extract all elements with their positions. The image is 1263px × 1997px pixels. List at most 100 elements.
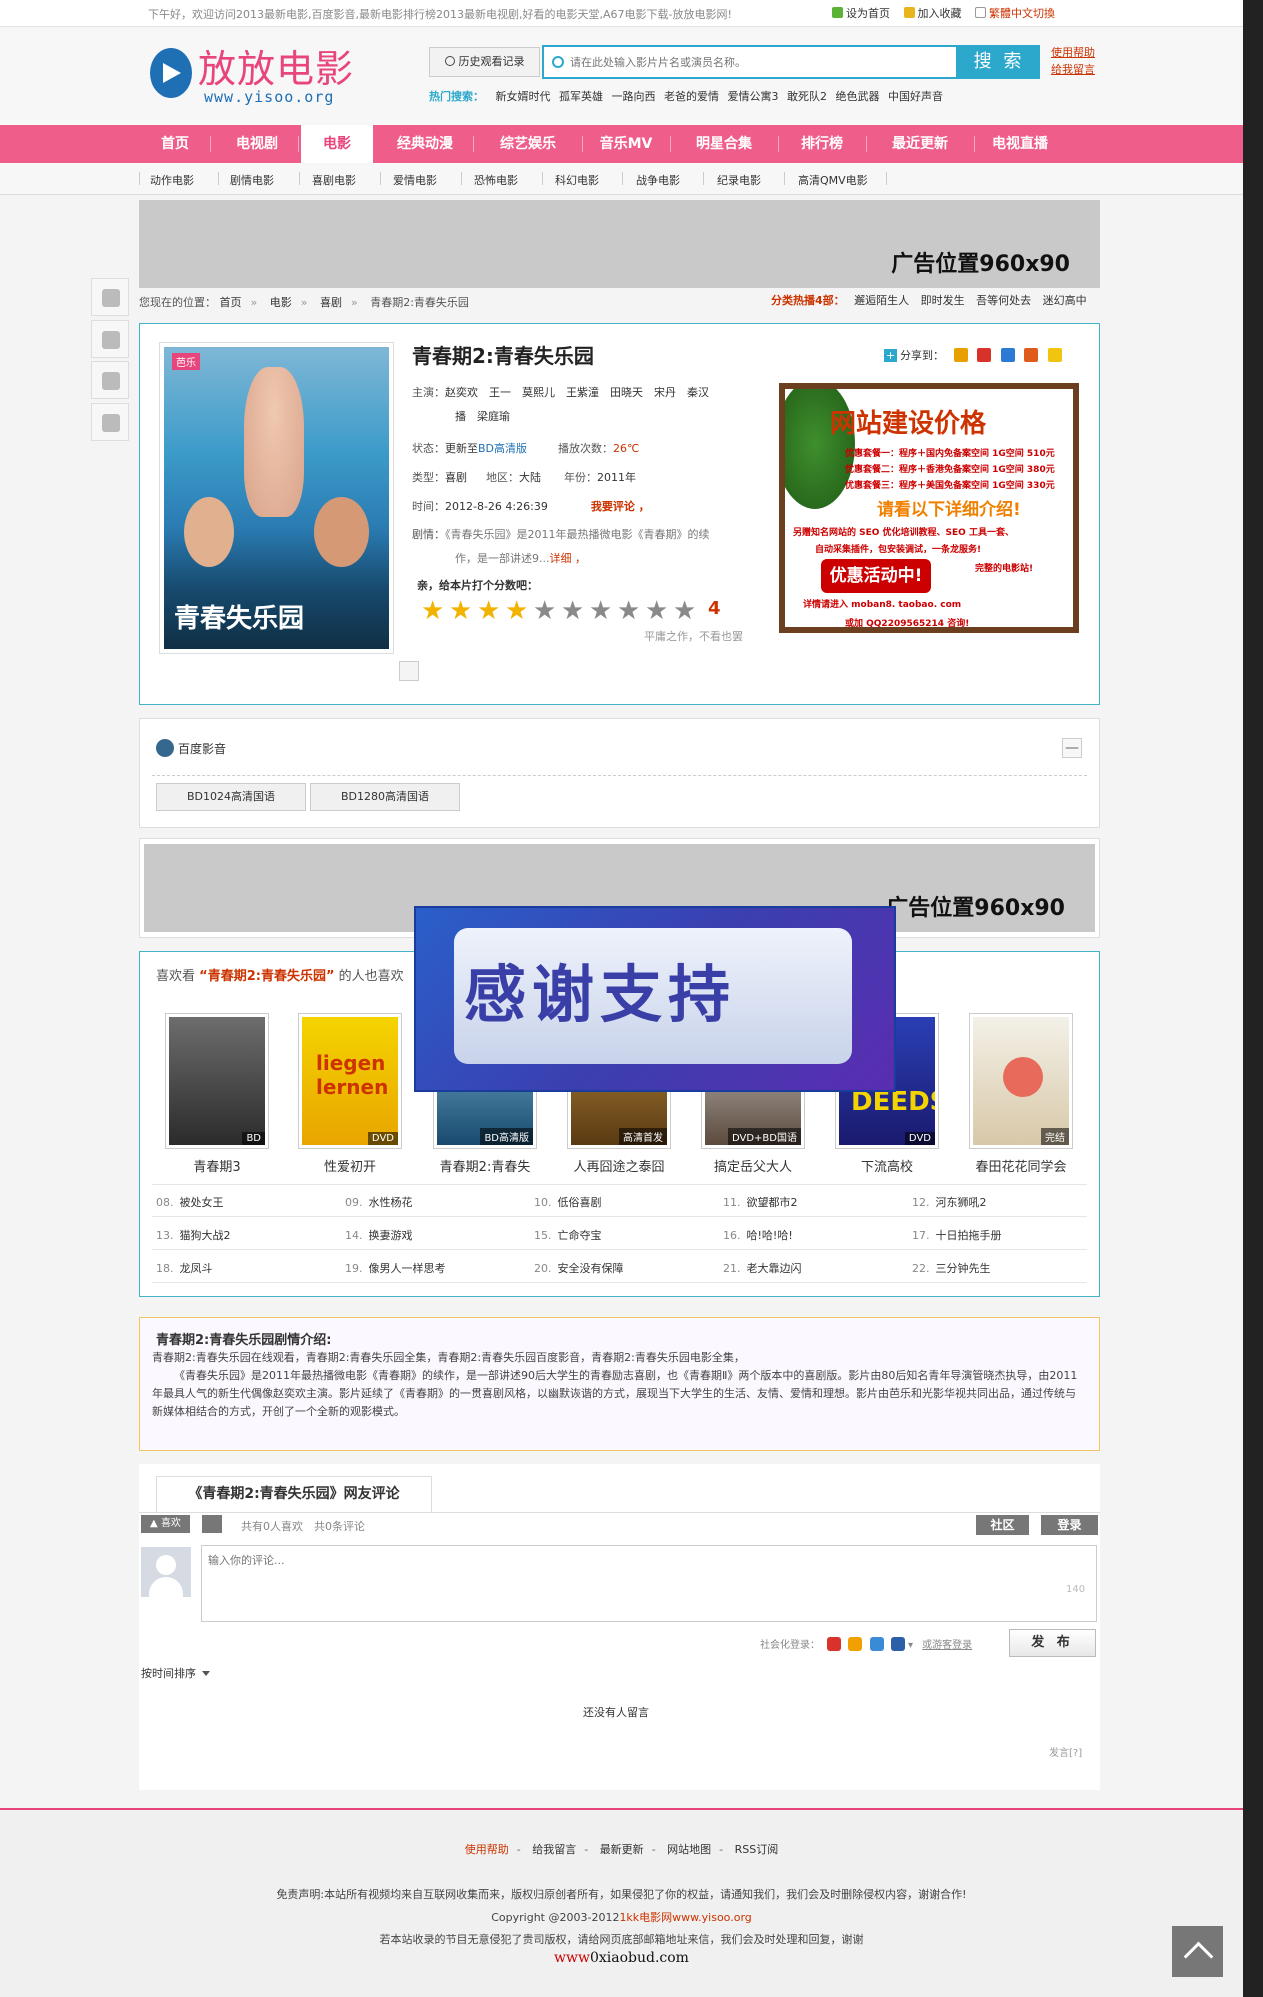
footer-link-feedback[interactable]: 给我留言: [532, 1843, 576, 1856]
copyright-link[interactable]: 1kk电影网www.yisoo.org: [619, 1911, 751, 1924]
comment-input[interactable]: [202, 1546, 1096, 1621]
help-link[interactable]: 使用帮助: [1051, 44, 1095, 61]
footer-link-sitemap[interactable]: 网站地图: [667, 1843, 711, 1856]
hot-keyword[interactable]: 老爸的爱情: [664, 90, 719, 103]
feedback-link[interactable]: 给我留言: [1051, 61, 1095, 78]
ad-banner-top[interactable]: 广告位置960x90: [139, 200, 1100, 288]
star-icon[interactable]: ★: [477, 598, 503, 624]
type-value[interactable]: 喜剧: [445, 471, 467, 484]
hot-keyword[interactable]: 爱情公寓3: [728, 90, 779, 103]
related-name[interactable]: 青春期2:青春失: [433, 1156, 537, 1175]
hot-keyword[interactable]: 绝色武器: [836, 90, 880, 103]
star-icon[interactable]: ★: [561, 598, 587, 624]
related-name[interactable]: 青春期3: [165, 1156, 269, 1175]
source-button[interactable]: BD1024高清国语: [156, 783, 306, 811]
subnav-item[interactable]: 高清QMV电影: [798, 172, 868, 188]
related-name[interactable]: 人再囧途之泰囧: [567, 1156, 671, 1175]
side-chat-button[interactable]: [91, 403, 129, 441]
collapse-button[interactable]: —: [1062, 738, 1082, 758]
nav-item-variety[interactable]: 综艺娱乐: [478, 125, 578, 163]
poster-zoom-icon[interactable]: [399, 661, 419, 681]
nav-item-movie[interactable]: 电影: [301, 125, 373, 163]
comments-tab[interactable]: 《青春期2:青春失乐园》网友评论: [156, 1476, 432, 1512]
qq-icon[interactable]: [848, 1637, 863, 1651]
nav-item-live[interactable]: 电视直播: [978, 125, 1062, 163]
related-list-item[interactable]: 12. 河东狮吼2: [912, 1194, 987, 1210]
share-kaixin-icon[interactable]: [1047, 348, 1062, 362]
community-button[interactable]: 社区: [976, 1515, 1029, 1535]
sort-dropdown[interactable]: 按时间排序: [141, 1665, 210, 1681]
star-icon[interactable]: ★: [673, 598, 699, 624]
nav-item-stars[interactable]: 明星合集: [674, 125, 774, 163]
hot-keyword[interactable]: 一路向西: [612, 90, 656, 103]
side-paw-button[interactable]: [91, 361, 129, 399]
footer-link-rss[interactable]: RSS订阅: [735, 1843, 779, 1856]
related-poster[interactable]: BD: [165, 1013, 269, 1149]
star-icon[interactable]: ★: [421, 598, 447, 624]
star-icon[interactable]: ★: [533, 598, 559, 624]
hot-category-item[interactable]: 邂逅陌生人: [854, 294, 909, 307]
powered-by-link[interactable]: 发言[?]: [1049, 1744, 1082, 1759]
footer-link-help[interactable]: 使用帮助: [465, 1843, 509, 1856]
related-list-item[interactable]: 19. 像男人一样思考: [345, 1260, 446, 1276]
history-button[interactable]: 历史观看记录: [429, 47, 540, 77]
flag-icon[interactable]: [202, 1515, 222, 1533]
star-icon[interactable]: ★: [645, 598, 671, 624]
set-home-link[interactable]: 设为首页: [832, 5, 890, 21]
star-icon[interactable]: ★: [589, 598, 615, 624]
logo-icon[interactable]: [150, 48, 192, 98]
nav-item-recent[interactable]: 最近更新: [870, 125, 970, 163]
detail-link[interactable]: 详细 ，: [550, 552, 587, 565]
subnav-item[interactable]: 科幻电影: [555, 172, 599, 188]
hot-keyword[interactable]: 孤军英雄: [559, 90, 603, 103]
side-list-button[interactable]: [91, 320, 129, 358]
share-qzone-icon[interactable]: [953, 348, 968, 362]
logo-name[interactable]: 放放电影: [198, 38, 354, 93]
nav-item-rank[interactable]: 排行榜: [782, 125, 862, 163]
related-list-item[interactable]: 08. 被处女王: [156, 1194, 224, 1210]
related-list-item[interactable]: 18. 龙凤斗: [156, 1260, 213, 1276]
share-renren-icon[interactable]: [1024, 348, 1038, 362]
related-list-item[interactable]: 13. 猫狗大战2: [156, 1227, 231, 1243]
source-button[interactable]: BD1280高清国语: [310, 783, 460, 811]
star-icon[interactable]: ★: [617, 598, 643, 624]
window-scrollbar[interactable]: [1243, 0, 1263, 1997]
hot-keyword[interactable]: 敢死队2: [787, 90, 827, 103]
post-button[interactable]: 发 布: [1009, 1629, 1096, 1657]
hot-category-item[interactable]: 即时发生: [921, 294, 965, 307]
thanks-overlay[interactable]: 感谢支持: [414, 906, 896, 1092]
subnav-item[interactable]: 爱情电影: [393, 172, 437, 188]
related-list-item[interactable]: 11. 欲望都市2: [723, 1194, 798, 1210]
nav-item-home[interactable]: 首页: [140, 125, 210, 163]
like-button[interactable]: ▲ 喜欢: [141, 1515, 190, 1533]
hot-category-item[interactable]: 吾等何处去: [976, 294, 1031, 307]
breadcrumb-comedy[interactable]: 喜剧: [320, 296, 342, 309]
related-list-item[interactable]: 10. 低俗喜剧: [534, 1194, 602, 1210]
nav-item-anime[interactable]: 经典动漫: [380, 125, 470, 163]
star-icon[interactable]: ★: [505, 598, 531, 624]
breadcrumb-home[interactable]: 首页: [220, 296, 242, 309]
hot-category-item[interactable]: 迷幻高中: [1043, 294, 1087, 307]
subnav-item[interactable]: 喜剧电影: [312, 172, 356, 188]
renren-icon[interactable]: [890, 1637, 905, 1651]
side-ad[interactable]: 网站建设价格 优惠套餐一：程序＋国内免备案空间 1G空间 510元 优惠套餐二：…: [779, 383, 1079, 633]
star-icon[interactable]: ★: [449, 598, 475, 624]
related-poster[interactable]: liegen lernen DVD: [298, 1013, 402, 1149]
related-list-item[interactable]: 22. 三分钟先生: [912, 1260, 991, 1276]
related-list-item[interactable]: 20. 安全没有保障: [534, 1260, 624, 1276]
share-weibo-icon[interactable]: [977, 348, 991, 362]
guest-login-link[interactable]: 或游客登录: [922, 1640, 972, 1651]
hot-keyword[interactable]: 新女婿时代: [496, 90, 551, 103]
tqq-icon[interactable]: [869, 1637, 884, 1651]
related-list-item[interactable]: 16. 哈!哈!哈!: [723, 1227, 793, 1243]
nav-item-mv[interactable]: 音乐MV: [586, 125, 666, 163]
related-list-item[interactable]: 14. 换妻游戏: [345, 1227, 413, 1243]
related-name[interactable]: 下流高校: [835, 1156, 939, 1175]
subnav-item[interactable]: 剧情电影: [230, 172, 274, 188]
related-list-item[interactable]: 21. 老大靠边闪: [723, 1260, 802, 1276]
related-name[interactable]: 性爱初开: [298, 1156, 402, 1175]
subnav-item[interactable]: 恐怖电影: [474, 172, 518, 188]
search-input[interactable]: [570, 47, 950, 77]
rating-stars[interactable]: ★ ★ ★ ★ ★ ★ ★ ★ ★ ★: [421, 598, 701, 624]
plus-icon[interactable]: +: [884, 349, 897, 362]
